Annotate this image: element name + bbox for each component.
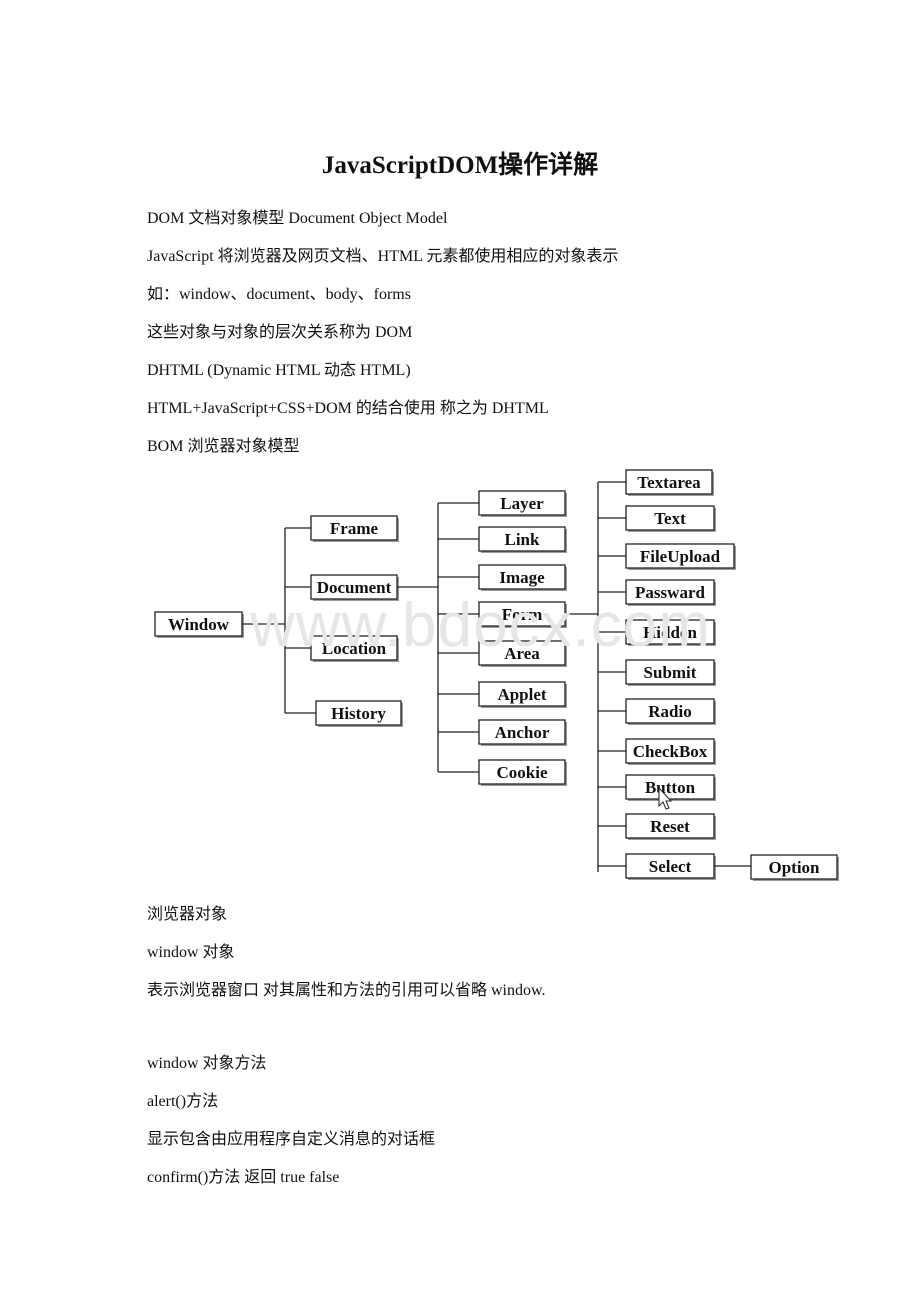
node-label: Location [322,639,387,658]
node-image: Image [478,564,567,591]
node-option: Option [750,854,839,881]
node-reset: Reset [625,813,716,840]
node-label: Layer [500,494,544,513]
node-label: Form [502,605,543,624]
node-label: Area [504,644,540,663]
node-label: Button [645,778,696,797]
node-frame: Frame [310,515,399,542]
text-line: 浏览器对象 [147,906,228,923]
bom-hierarchy-diagram: Window Frame Document Location History Layer L… [154,469,839,881]
node-label: Anchor [495,723,550,742]
node-passward: Passward [625,579,716,606]
node-history: History [315,700,403,727]
text-line: 如：window、document、body、forms [147,286,411,303]
node-label: Option [768,858,820,877]
node-label: Applet [497,685,546,704]
node-label: Document [317,578,392,597]
node-document: Document [310,574,399,601]
node-label: Frame [330,519,379,538]
node-label: Select [649,857,692,876]
text-line: window 对象 [147,944,235,961]
node-textarea: Textarea [625,469,714,496]
text-line: 表示浏览器窗口 对其属性和方法的引用可以省略 window. [147,982,546,999]
node-label: FileUpload [640,547,721,566]
text-line: alert()方法 [147,1093,219,1110]
node-location: Location [310,635,399,662]
node-button: Button [625,774,716,801]
node-label: Reset [650,817,690,836]
document-title: JavaScriptDOM操作详解 [321,152,599,179]
node-radio: Radio [625,698,716,725]
node-label: Window [168,615,230,634]
node-label: Textarea [637,473,701,492]
node-label: CheckBox [633,742,708,761]
node-form: Form [478,601,567,628]
text-line: confirm()方法 返回 true false [147,1169,340,1186]
node-window: Window [154,611,244,638]
text-line: 这些对象与对象的层次关系称为 DOM [147,324,413,341]
node-hidden: Hidden [625,619,716,646]
node-submit: Submit [625,659,716,686]
text-line: DHTML (Dynamic HTML 动态 HTML) [147,362,411,379]
node-fileupload: FileUpload [625,543,736,570]
node-label: Image [499,568,545,587]
text-line: window 对象方法 [147,1055,267,1072]
node-anchor: Anchor [478,719,567,746]
node-link: Link [478,526,567,553]
node-checkbox: CheckBox [625,738,716,765]
text-line: HTML+JavaScript+CSS+DOM 的结合使用 称之为 DHTML [147,400,549,417]
node-label: Hidden [643,623,697,642]
node-label: Cookie [497,763,548,782]
text-line: DOM 文档对象模型 Document Object Model [147,210,448,227]
node-cookie: Cookie [478,759,567,786]
node-label: Link [505,530,541,549]
node-area: Area [478,640,567,667]
text-line: 显示包含由应用程序自定义消息的对话框 [147,1131,436,1148]
node-label: Passward [635,583,705,602]
node-label: Submit [644,663,697,682]
node-layer: Layer [478,490,567,517]
node-select: Select [625,853,716,880]
node-label: History [331,704,386,723]
node-label: Text [654,509,686,528]
text-line: JavaScript 将浏览器及网页文档、HTML 元素都使用相应的对象表示 [147,248,619,265]
node-applet: Applet [478,681,567,708]
node-label: Radio [648,702,691,721]
text-line: BOM 浏览器对象模型 [147,438,300,455]
node-text: Text [625,505,716,532]
